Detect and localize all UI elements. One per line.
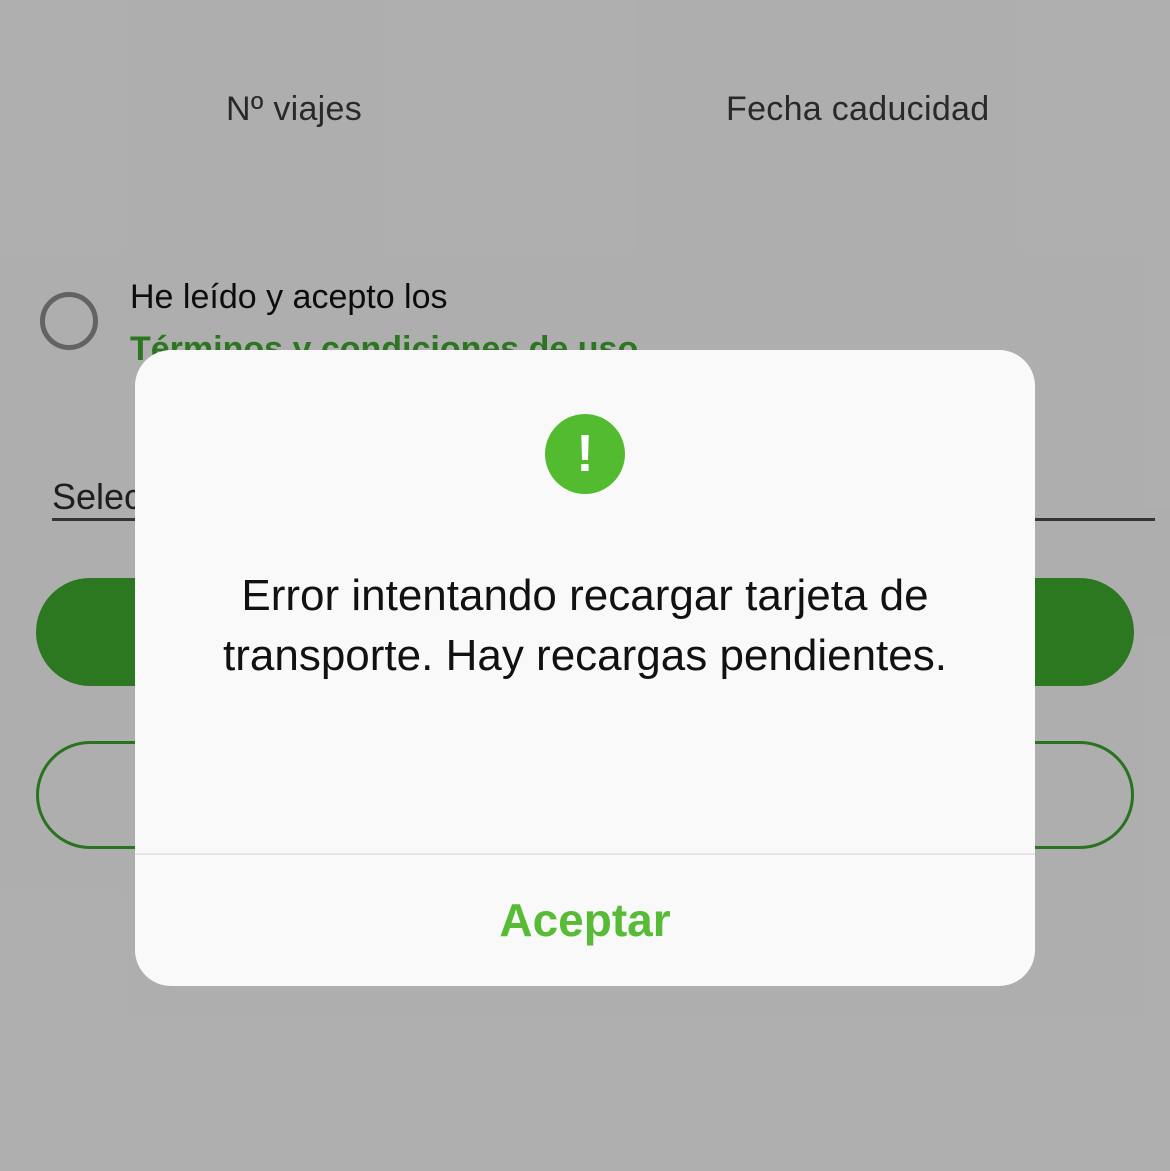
error-alert-dialog: ! Error intentando recargar tarjeta de t… — [135, 350, 1035, 986]
alert-message: Error intentando recargar tarjeta de tra… — [223, 571, 947, 680]
accept-button[interactable]: Aceptar — [135, 855, 1035, 986]
exclamation-icon: ! — [545, 414, 625, 494]
